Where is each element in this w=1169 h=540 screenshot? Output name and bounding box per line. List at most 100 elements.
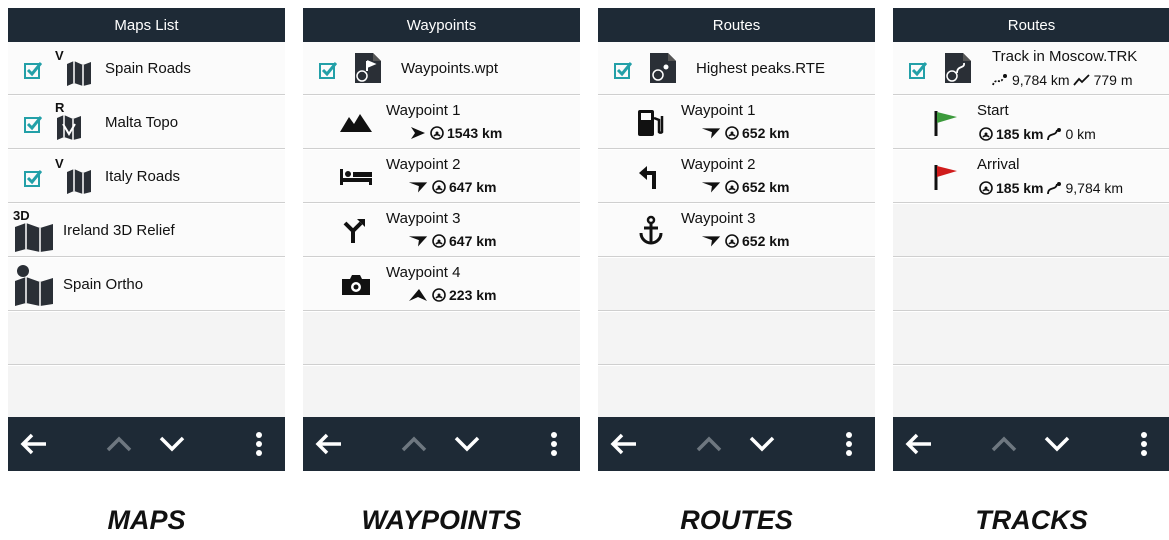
chevron-up-icon [991,436,1017,452]
scroll-up-button[interactable] [99,417,139,471]
chevron-down-icon [749,436,775,452]
page-title: Routes [598,8,875,42]
more-options-button[interactable] [1124,417,1164,471]
track-distance-icon [1047,182,1062,195]
map-row[interactable]: R Malta Topo [8,96,285,149]
mountain-icon [340,114,372,132]
file-name: Waypoints.wpt [401,60,498,77]
more-vertical-icon [256,432,262,456]
track-point-row[interactable]: Start 185 km 0 km [893,96,1169,149]
waypoint-row[interactable]: Waypoint 2 647 km [303,150,580,203]
direction-icon [700,234,722,248]
route-point-row[interactable]: Waypoint 3 652 km [598,204,875,257]
track-point-distance: 185 km [996,126,1044,142]
direction-icon [407,180,429,194]
waypoint-distance: 1543 km [447,125,503,141]
bed-icon [340,169,372,185]
checkbox-checked-icon[interactable] [24,169,42,187]
checkbox-checked-icon[interactable] [614,61,632,79]
map-row[interactable]: 3D Ireland 3D Relief [8,204,285,257]
fuel-icon [638,110,664,136]
back-button[interactable] [899,417,939,471]
empty-row [598,366,875,418]
routes-caption: ROUTES [680,505,793,535]
file-row[interactable]: Track in Moscow.TRK 9,784 km 779 m [893,42,1169,95]
track-distance-icon [1047,128,1062,141]
file-row[interactable]: Waypoints.wpt [303,42,580,95]
file-name: Highest peaks.RTE [696,60,825,77]
route-point-row[interactable]: Waypoint 1 652 km [598,96,875,149]
route-point-distance: 652 km [742,233,790,249]
checkbox-checked-icon[interactable] [319,61,337,79]
back-button[interactable] [309,417,349,471]
waypoint-row[interactable]: Waypoint 3 647 km [303,204,580,257]
chevron-down-icon [159,436,185,452]
waypoint-info: 1543 km [409,125,502,141]
scroll-down-button[interactable] [152,417,192,471]
waypoint-info: 223 km [407,287,496,303]
start-flag-icon [934,111,957,136]
elevation-icon [1072,74,1090,86]
checkbox-checked-icon[interactable] [24,115,42,133]
distance-icon [432,234,446,248]
more-options-button[interactable] [534,417,574,471]
waypoint-row[interactable]: Waypoint 1 1543 km [303,96,580,149]
waypoints-panel: Waypoints Waypoints.wpt Waypoint 1 1543 … [303,8,580,471]
tracks-panel: Routes Track in Moscow.TRK 9,784 km 779 … [893,8,1169,471]
map-row[interactable]: V Italy Roads [8,150,285,203]
empty-row [893,258,1169,311]
turn-left-icon [639,166,656,189]
waypoint-file-icon [355,53,381,83]
direction-icon [411,127,425,139]
scroll-down-button[interactable] [742,417,782,471]
track-point-info: 185 km 0 km [979,126,1096,142]
turn-icon [343,219,365,243]
direction-icon [700,126,722,140]
track-point-info: 185 km 9,784 km [979,180,1123,196]
more-options-button[interactable] [239,417,279,471]
map-icon [66,58,92,86]
track-point-row[interactable]: Arrival 185 km 9,784 km [893,150,1169,203]
back-button[interactable] [604,417,644,471]
route-point-row[interactable]: Waypoint 2 652 km [598,150,875,203]
map-name: Spain Roads [105,60,191,77]
empty-row [598,312,875,365]
footer-toolbar [598,417,875,471]
page-title: Maps List [8,8,285,42]
file-row[interactable]: Highest peaks.RTE [598,42,875,95]
route-point-distance: 652 km [742,179,790,195]
ortho-map-icon [15,265,53,306]
empty-row [8,366,285,418]
track-point-name: Arrival [977,156,1020,173]
waypoint-row[interactable]: Waypoint 4 223 km [303,258,580,311]
map-row[interactable]: Spain Ortho [8,258,285,311]
map-row[interactable]: V Spain Roads [8,42,285,95]
track-length: 9,784 km [1012,72,1070,88]
back-button[interactable] [14,417,54,471]
chevron-up-icon [401,436,427,452]
track-point-track-distance: 0 km [1065,126,1096,142]
routes-panel: Routes Highest peaks.RTE Waypoint 1 652 … [598,8,875,471]
chevron-up-icon [696,436,722,452]
distance-icon [432,288,446,302]
waypoint-name: Waypoint 1 [386,102,461,119]
more-vertical-icon [1141,432,1147,456]
distance-icon [725,126,739,140]
arrival-flag-icon [934,165,957,190]
scroll-up-button[interactable] [689,417,729,471]
empty-row [303,312,580,365]
scroll-down-button[interactable] [1037,417,1077,471]
scroll-up-button[interactable] [394,417,434,471]
distance-icon [430,126,444,140]
chevron-down-icon [1044,436,1070,452]
scroll-down-button[interactable] [447,417,487,471]
footer-toolbar [303,417,580,471]
waypoint-distance: 647 km [449,179,497,195]
scroll-up-button[interactable] [984,417,1024,471]
map-icon [66,166,92,194]
track-info: 9,784 km 779 m [991,72,1133,88]
checkbox-checked-icon[interactable] [24,61,42,79]
vector-badge: V [55,156,64,171]
checkbox-checked-icon[interactable] [909,61,927,79]
more-options-button[interactable] [829,417,869,471]
